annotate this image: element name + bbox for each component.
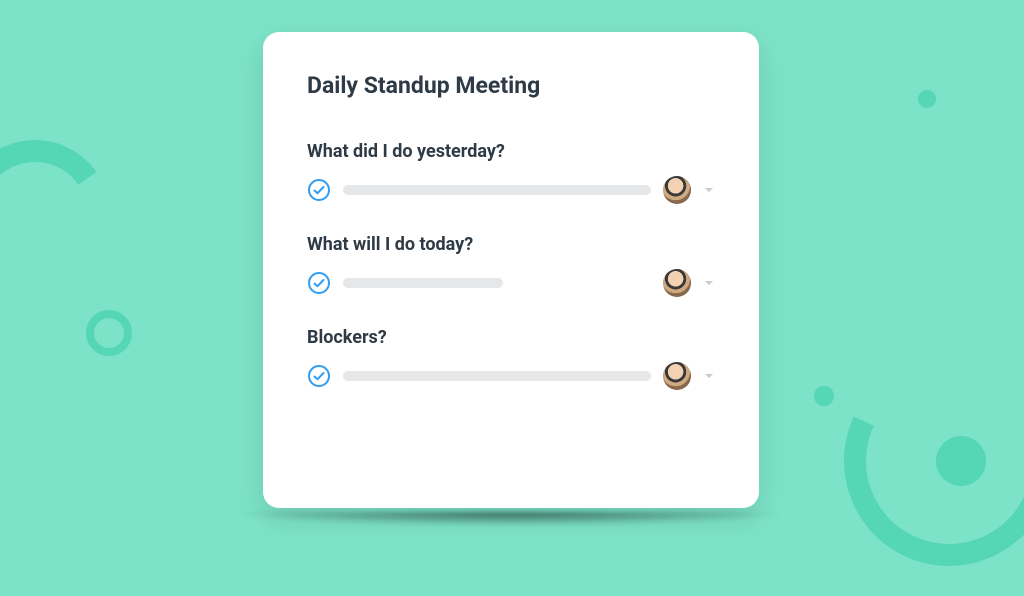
chevron-down-icon[interactable] (703, 277, 715, 289)
chevron-down-icon[interactable] (703, 184, 715, 196)
decorative-arc (0, 128, 122, 302)
assignee-avatar[interactable] (663, 176, 691, 204)
chevron-down-icon[interactable] (703, 370, 715, 382)
task-text-placeholder (343, 185, 651, 195)
decorative-arc (814, 326, 1024, 595)
card-title: Daily Standup Meeting (307, 72, 715, 99)
decorative-dot (918, 90, 936, 108)
task-text-placeholder (343, 278, 503, 288)
task-row[interactable] (307, 362, 715, 390)
decorative-dot (814, 386, 834, 406)
check-circle-icon[interactable] (307, 271, 331, 295)
standup-card: Daily Standup Meeting What did I do yest… (263, 32, 759, 508)
card-shadow (230, 512, 790, 526)
section-label: Blockers? (307, 327, 715, 348)
assignee-avatar[interactable] (663, 269, 691, 297)
task-text-placeholder (343, 371, 651, 381)
section-label: What did I do yesterday? (307, 141, 715, 162)
standup-section: Blockers? (307, 327, 715, 390)
check-circle-icon[interactable] (307, 364, 331, 388)
assignee-avatar[interactable] (663, 362, 691, 390)
section-label: What will I do today? (307, 234, 715, 255)
standup-section: What did I do yesterday? (307, 141, 715, 204)
task-row[interactable] (307, 269, 715, 297)
decorative-ring (86, 310, 132, 356)
standup-section: What will I do today? (307, 234, 715, 297)
task-row[interactable] (307, 176, 715, 204)
check-circle-icon[interactable] (307, 178, 331, 202)
